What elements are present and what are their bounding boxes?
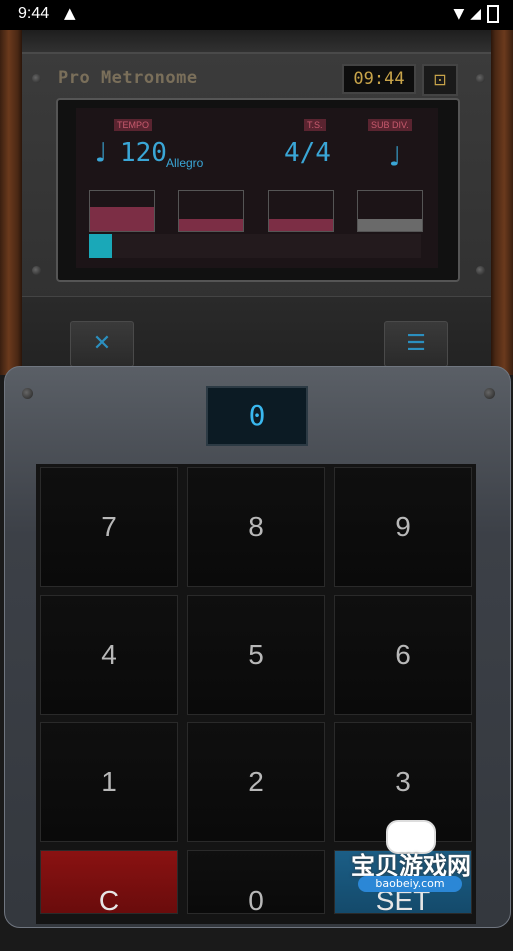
beat-indicator-4 [357,190,423,232]
tools-icon: ✕ [92,331,112,356]
tempo-value[interactable]: 120 [120,138,167,168]
wood-panel-left [0,30,22,375]
screw-icon [32,266,41,275]
key-8[interactable]: 8 [187,467,325,587]
key-9[interactable]: 9 [334,467,472,587]
status-time: 9:44 [18,5,50,22]
screw-icon [32,74,41,83]
beat-progress-bar [89,234,421,258]
status-bar: 9:44 ▲ ▼ ◢ [0,0,513,30]
beat-progress-fill [89,234,113,258]
beat-indicator-2 [178,190,244,232]
signal-icon: ◢ [470,6,481,22]
tempo-label: TEMPO [114,119,153,131]
screw-icon [22,388,33,399]
alert-icon: ▲ [64,4,76,22]
ts-value[interactable]: 4/4 [284,138,331,168]
status-icons: ▼ ◢ [453,5,499,23]
list-icon: ☰ [406,331,426,356]
lock-button[interactable]: ⊡ [422,64,458,96]
screw-icon [476,74,485,83]
clear-button[interactable]: C [40,850,178,916]
key-4[interactable]: 4 [40,595,178,715]
list-button[interactable]: ☰ [384,321,448,367]
subdiv-note-icon[interactable]: ♩ [386,140,403,173]
subdiv-label: SUB DIV. [368,119,412,131]
key-6[interactable]: 6 [334,595,472,715]
device-top-edge [0,30,513,54]
wifi-icon: ▼ [453,6,465,22]
key-2[interactable]: 2 [187,722,325,842]
lock-icon: ⊡ [433,70,447,89]
key-0[interactable]: 0 [187,850,325,916]
beat-indicator-1 [89,190,155,232]
key-5[interactable]: 5 [187,595,325,715]
beat-indicator-3 [268,190,334,232]
beat-accent [90,207,154,231]
beat-accent [358,219,422,231]
note-icon: ♩ [92,136,109,169]
screw-icon [476,266,485,275]
watermark-url: baobeiy.com [358,876,462,892]
key-7[interactable]: 7 [40,467,178,587]
ts-label: T.S. [304,119,326,131]
key-1[interactable]: 1 [40,722,178,842]
beat-accent [179,219,243,231]
clock-display: 09:44 [342,64,416,94]
entry-display: 0 [206,386,308,446]
battery-icon [487,5,499,23]
wood-panel-right [491,30,513,375]
settings-button[interactable]: ✕ [70,321,134,367]
beat-accent [269,219,333,231]
watermark-logo: 宝贝游戏网 baobeiy.com [336,820,486,900]
app-title: Pro Metronome [58,68,198,88]
screw-icon [484,388,495,399]
tempo-text: Allegro [166,156,204,170]
